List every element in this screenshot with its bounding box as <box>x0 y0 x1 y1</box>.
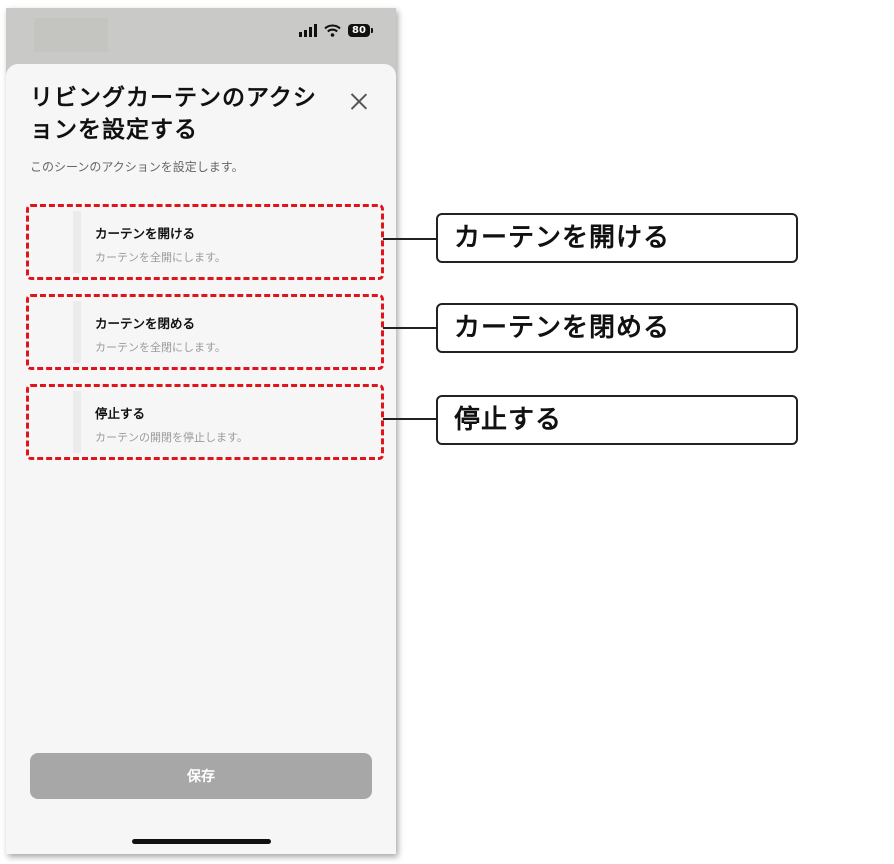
phone-screen: 80 リビングカーテンのアクションを設定する このシーンのアクションを設定します… <box>6 8 396 854</box>
sheet-title: リビングカーテンのアクションを設定する <box>30 85 317 143</box>
status-time-blurred <box>34 18 108 52</box>
action-settings-sheet: リビングカーテンのアクションを設定する このシーンのアクションを設定します。 カ… <box>6 64 396 854</box>
callout-stop: 停止する <box>436 395 798 445</box>
action-stop-curtain[interactable]: 停止する カーテンの開閉を停止します。 <box>26 384 384 460</box>
action-open-curtain[interactable]: カーテンを開ける カーテンを全開にします。 <box>26 204 384 280</box>
signal-icon <box>299 24 317 37</box>
action-name: カーテンを閉める <box>95 316 196 331</box>
action-card-divider <box>73 211 81 273</box>
close-icon[interactable] <box>348 91 370 113</box>
sheet-subtitle: このシーンのアクションを設定します。 <box>30 160 244 174</box>
action-description: カーテンの開閉を停止します。 <box>95 431 248 444</box>
action-close-curtain[interactable]: カーテンを閉める カーテンを全閉にします。 <box>26 294 384 370</box>
save-button[interactable]: 保存 <box>30 753 372 799</box>
callout-connector <box>383 327 436 329</box>
action-description: カーテンを全閉にします。 <box>95 341 226 354</box>
callout-open-curtain: カーテンを開ける <box>436 213 798 263</box>
status-icons: 80 <box>299 24 373 37</box>
home-indicator <box>132 839 271 844</box>
action-description: カーテンを全開にします。 <box>95 251 226 264</box>
callout-close-curtain: カーテンを閉める <box>436 303 798 353</box>
action-name: 停止する <box>95 406 146 421</box>
action-list: カーテンを開ける カーテンを全開にします。 カーテンを閉める カーテンを全閉にし… <box>26 204 384 474</box>
battery-icon: 80 <box>348 24 373 37</box>
action-card-divider <box>73 391 81 453</box>
callout-connector <box>383 238 436 240</box>
callout-connector <box>383 418 436 420</box>
action-card-divider <box>73 301 81 363</box>
action-name: カーテンを開ける <box>95 226 196 241</box>
wifi-icon <box>324 24 341 37</box>
status-bar: 80 <box>6 8 396 64</box>
